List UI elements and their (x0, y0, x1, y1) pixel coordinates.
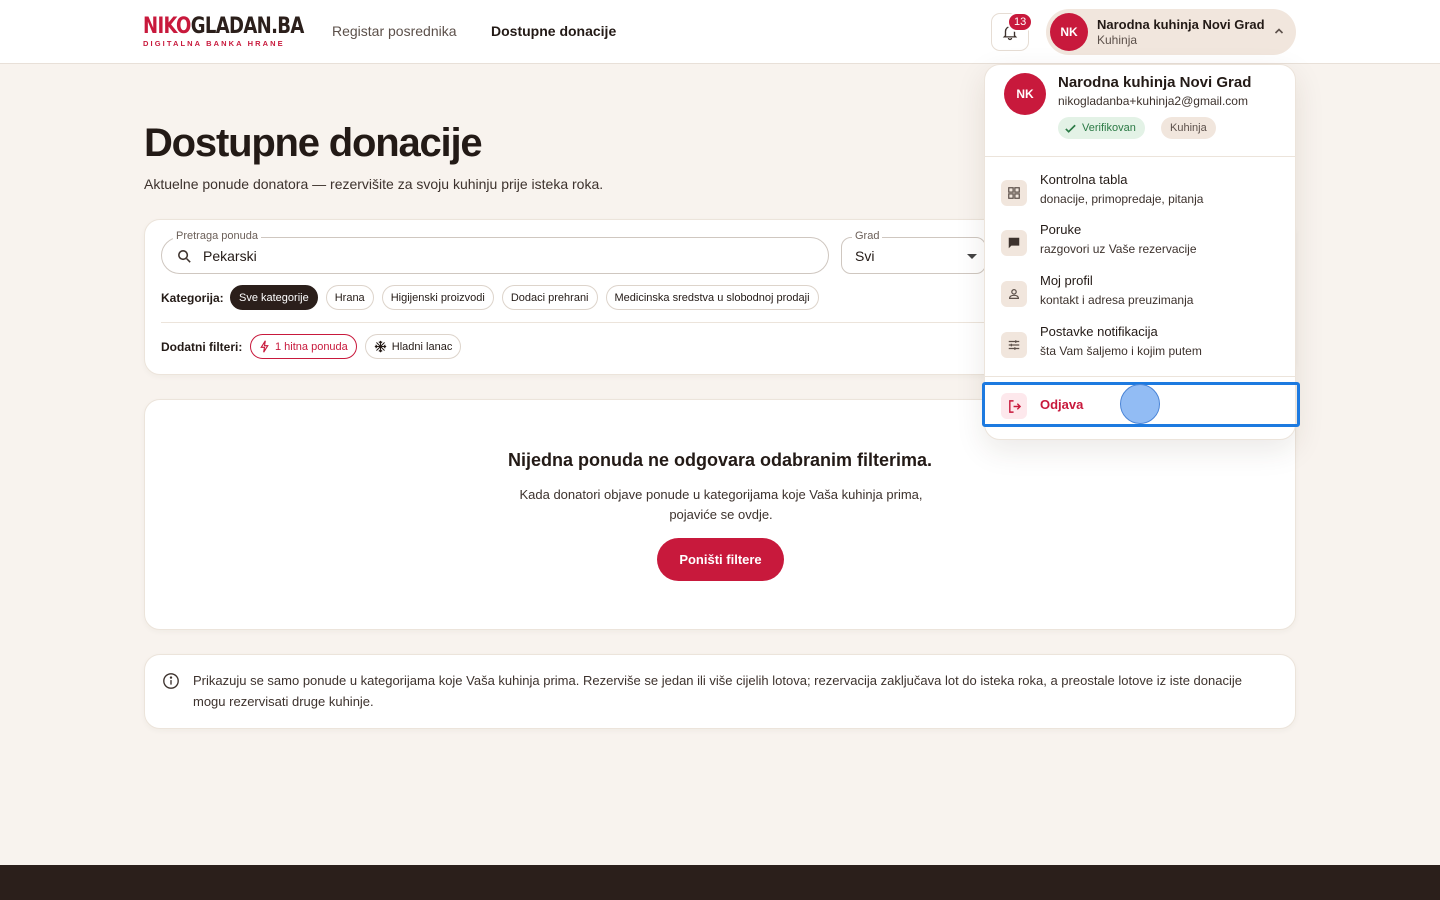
page-subtitle: Aktuelne ponude donatora — rezervišite z… (144, 176, 604, 192)
category-label: Kategorija: (161, 291, 224, 305)
city-label: Grad (852, 230, 883, 242)
menu-item-subtitle: kontakt i adresa preuzimanja (1040, 293, 1194, 307)
city-select[interactable]: Grad Svi (841, 230, 986, 274)
user-role: Kuhinja (1097, 33, 1138, 47)
chip-cold-chain-label: Hladni lanac (391, 340, 453, 353)
chip-medicinska-sredstva[interactable]: Medicinska sredstva u slobodnoj prodaji (605, 285, 819, 310)
logout-icon (1001, 393, 1027, 419)
footer (0, 865, 1440, 900)
check-icon (1065, 124, 1076, 133)
verified-label: Verifikovan (1082, 122, 1136, 134)
user-name: Narodna kuhinja Novi Grad (1097, 17, 1265, 32)
logo-tagline: DIGITALNA BANKA HRANE (143, 39, 285, 48)
cursor-indicator (1120, 384, 1160, 424)
reset-filters-button[interactable]: Poništi filtere (657, 538, 784, 581)
chip-urgent-label: 1 hitna ponuda (275, 340, 348, 353)
chip-higijenski-proizvodi[interactable]: Higijenski proizvodi (381, 285, 494, 310)
menu-item-moj-profil[interactable]: Moj profil kontakt i adresa preuzimanja (1001, 273, 1281, 317)
city-value: Svi (855, 248, 875, 264)
menu-item-poruke[interactable]: Poruke razgovori uz Vaše rezervacije (1001, 222, 1281, 266)
menu-item-subtitle: donacije, primopredaje, pitanja (1040, 192, 1204, 206)
menu-separator (985, 156, 1295, 157)
lightning-icon (260, 340, 269, 353)
extra-filters-label: Dodatni filteri: (161, 340, 243, 354)
nav-registar-posrednika[interactable]: Registar posrednika (332, 23, 457, 39)
chat-icon (1001, 230, 1027, 256)
menu-item-title: Moj profil (1040, 273, 1093, 288)
empty-state-text: Kada donatori objave ponude u kategorija… (519, 487, 923, 522)
logo-part-1: NIKO (143, 14, 191, 39)
caret-down-icon (967, 254, 977, 259)
menu-avatar: NK (1004, 73, 1046, 115)
user-menu-toggle[interactable]: NK Narodna kuhinja Novi Grad Kuhinja (1046, 9, 1296, 55)
logo-part-2: GLADAN.BA (190, 14, 305, 39)
sliders-icon (1001, 332, 1027, 358)
search-icon (178, 250, 191, 263)
menu-user-name: Narodna kuhinja Novi Grad (1058, 74, 1252, 91)
chevron-up-icon (1274, 28, 1284, 34)
verified-badge: Verifikovan (1058, 117, 1145, 139)
chip-sve-kategorije[interactable]: Sve kategorije (230, 285, 318, 310)
menu-item-subtitle: razgovori uz Vaše rezervacije (1040, 242, 1197, 256)
nav-dostupne-donacije[interactable]: Dostupne donacije (491, 23, 616, 39)
search-value: Pekarski (203, 248, 257, 264)
search-input[interactable]: Pretraga ponuda Pekarski (161, 230, 829, 274)
chip-hrana[interactable]: Hrana (325, 285, 374, 310)
dashboard-icon (1001, 180, 1027, 206)
extra-filter-chips: 1 hitna ponuda Hladni lanac (250, 334, 462, 359)
menu-item-postavke-notifikacija[interactable]: Postavke notifikacija šta Vam šaljemo i … (1001, 324, 1281, 368)
menu-separator (985, 376, 1295, 377)
menu-item-title: Kontrolna tabla (1040, 172, 1128, 187)
chip-dodaci-prehrani[interactable]: Dodaci prehrani (501, 285, 598, 310)
chip-cold-chain[interactable]: Hladni lanac (364, 334, 462, 359)
menu-user-email: nikogladanba+kuhinja2@gmail.com (1058, 94, 1248, 108)
top-header: NIKOGLADAN.BA DIGITALNA BANKA HRANE Regi… (0, 0, 1440, 64)
menu-item-title: Poruke (1040, 222, 1082, 237)
category-chips: Sve kategorije Hrana Higijenski proizvod… (230, 285, 819, 310)
info-icon (163, 673, 179, 689)
person-icon (1001, 281, 1027, 307)
search-label: Pretraga ponuda (173, 230, 261, 242)
page-title: Dostupne donacije (144, 121, 483, 165)
avatar: NK (1050, 13, 1088, 51)
menu-item-title: Postavke notifikacija (1040, 324, 1158, 339)
info-text: Prikazuju se samo ponude u kategorijama … (193, 673, 1242, 709)
menu-item-subtitle: šta Vam šaljemo i kojim putem (1040, 344, 1202, 358)
logo[interactable]: NIKOGLADAN.BA DIGITALNA BANKA HRANE (143, 16, 339, 48)
filter-divider (161, 322, 987, 323)
notifications-count-badge: 13 (1007, 12, 1034, 32)
snowflake-icon (374, 340, 386, 353)
chip-urgent[interactable]: 1 hitna ponuda (250, 334, 357, 359)
role-badge: Kuhinja (1161, 117, 1216, 139)
empty-state-title: Nijedna ponuda ne odgovara odabranim fil… (507, 450, 933, 470)
menu-item-kontrolna-tabla[interactable]: Kontrolna tabla donacije, primopredaje, … (1001, 172, 1281, 216)
logout-label: Odjava (1040, 397, 1084, 412)
info-notice: Prikazuju se samo ponude u kategorijama … (144, 654, 1296, 729)
